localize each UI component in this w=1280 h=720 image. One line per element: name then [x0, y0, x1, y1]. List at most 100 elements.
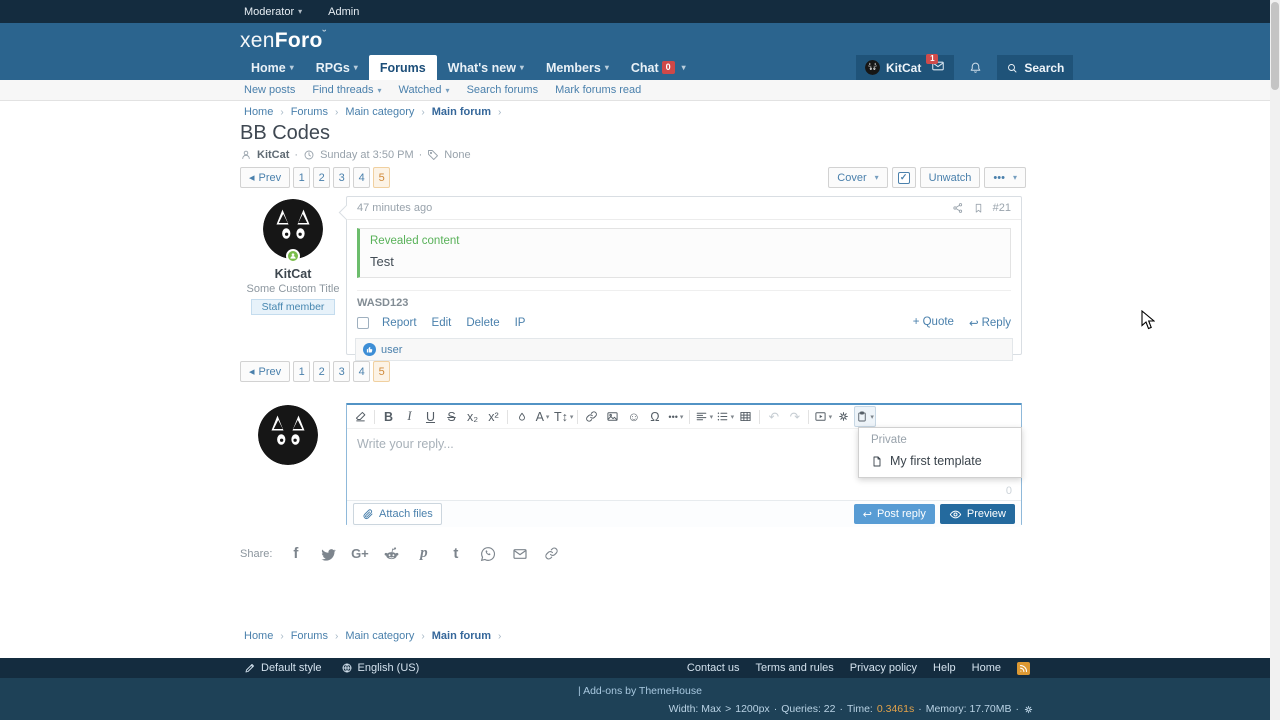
alignment-button[interactable]: ▾: [693, 406, 714, 427]
strikethrough-button[interactable]: S: [441, 406, 462, 427]
gear-icon[interactable]: [1023, 704, 1034, 715]
subnav-mark-read[interactable]: Mark forums read: [555, 84, 641, 96]
copy-link-icon[interactable]: [543, 546, 560, 561]
email-icon[interactable]: [511, 546, 528, 562]
report-link[interactable]: Report: [382, 317, 417, 329]
footer-home-link[interactable]: Home: [972, 662, 1001, 674]
reddit-icon[interactable]: [383, 545, 400, 562]
tab-rpgs[interactable]: RPGs ▾: [305, 55, 369, 80]
language-chooser[interactable]: English (US): [341, 662, 420, 674]
breadcrumb-home[interactable]: Home: [244, 106, 273, 118]
page-4-button[interactable]: 4: [353, 361, 370, 382]
insert-table-button[interactable]: [735, 406, 756, 427]
page-2-button[interactable]: 2: [313, 361, 330, 382]
breadcrumb-forums[interactable]: Forums: [291, 630, 328, 642]
subnav-watched[interactable]: Watched ▾: [399, 84, 450, 96]
help-link[interactable]: Help: [933, 662, 956, 674]
search-button[interactable]: Search: [997, 55, 1073, 80]
terms-link[interactable]: Terms and rules: [756, 662, 834, 674]
unwatch-button[interactable]: Unwatch: [920, 167, 981, 188]
tab-whats-new[interactable]: What's new ▾: [437, 55, 535, 80]
reaction-user-link[interactable]: user: [381, 344, 402, 356]
twitter-icon[interactable]: [319, 546, 336, 562]
edit-link[interactable]: Edit: [432, 317, 452, 329]
underline-button[interactable]: U: [420, 406, 441, 427]
insert-image-button[interactable]: [602, 406, 623, 427]
preview-button[interactable]: Preview: [940, 504, 1015, 524]
scrollbar-thumb[interactable]: [1271, 2, 1279, 90]
tab-home[interactable]: Home ▾: [240, 55, 305, 80]
text-color-button[interactable]: [511, 406, 532, 427]
toolbar-more-button[interactable]: ••• ▾: [665, 406, 686, 427]
select-post-button[interactable]: ✓: [892, 167, 916, 188]
post-number[interactable]: #21: [993, 202, 1011, 214]
subnav-find-threads[interactable]: Find threads ▾: [312, 84, 381, 96]
subnav-new-posts[interactable]: New posts: [244, 84, 295, 96]
bookmark-icon[interactable]: [973, 202, 984, 214]
bold-button[interactable]: B: [378, 406, 399, 427]
page-1-button[interactable]: 1: [293, 361, 310, 382]
tab-members[interactable]: Members ▾: [535, 55, 620, 80]
breadcrumb-main-forum[interactable]: Main forum: [432, 106, 491, 118]
smilies-button[interactable]: ☺: [623, 406, 644, 427]
subnav-search-forums[interactable]: Search forums: [467, 84, 539, 96]
tab-forums[interactable]: Forums: [369, 55, 437, 80]
privacy-link[interactable]: Privacy policy: [850, 662, 917, 674]
post-timestamp[interactable]: 47 minutes ago: [357, 202, 432, 214]
breadcrumb-home[interactable]: Home: [244, 630, 273, 642]
post-reply-button[interactable]: ↩ Post reply: [854, 504, 935, 524]
tab-chat[interactable]: Chat 0 ▾: [620, 55, 697, 80]
page-3-button[interactable]: 3: [333, 167, 350, 188]
cover-button[interactable]: Cover ▾: [828, 167, 887, 188]
facebook-icon[interactable]: f: [287, 545, 304, 562]
quote-button[interactable]: + Quote: [913, 316, 954, 330]
rss-icon[interactable]: [1017, 662, 1030, 675]
superscript-button[interactable]: x²: [483, 406, 504, 427]
special-characters-button[interactable]: Ω: [644, 406, 665, 427]
inbox-button[interactable]: 1: [931, 59, 945, 76]
breadcrumb-main-category[interactable]: Main category: [345, 106, 414, 118]
scrollbar[interactable]: [1270, 0, 1280, 720]
insert-media-button[interactable]: ▾: [812, 406, 833, 427]
page-5-button-current[interactable]: 5: [373, 361, 390, 382]
thread-date[interactable]: Sunday at 3:50 PM: [320, 149, 414, 161]
templates-button[interactable]: ▾: [854, 406, 876, 427]
admin-link[interactable]: Admin: [328, 6, 359, 18]
breadcrumb-forums[interactable]: Forums: [291, 106, 328, 118]
post-author-name[interactable]: KitCat: [240, 267, 346, 281]
site-logo[interactable]: xenForo˘: [240, 29, 327, 53]
font-size-button[interactable]: T↕ ▾: [553, 406, 574, 427]
font-family-button[interactable]: A ▾: [532, 406, 553, 427]
tumblr-icon[interactable]: t: [447, 545, 464, 562]
post-select-checkbox[interactable]: [357, 317, 369, 329]
share-icon[interactable]: [952, 202, 964, 214]
whatsapp-icon[interactable]: [479, 546, 496, 562]
list-button[interactable]: ▾: [714, 406, 735, 427]
thread-author[interactable]: KitCat: [257, 149, 289, 161]
moderator-menu[interactable]: Moderator ▾: [244, 6, 302, 18]
reply-button[interactable]: ↩ Reply: [969, 316, 1011, 330]
breadcrumb-main-category[interactable]: Main category: [345, 630, 414, 642]
page-4-button[interactable]: 4: [353, 167, 370, 188]
page-1-button[interactable]: 1: [293, 167, 310, 188]
page-2-button[interactable]: 2: [313, 167, 330, 188]
debug-time-value[interactable]: 0.3461s: [877, 703, 914, 715]
remove-format-button[interactable]: [350, 406, 371, 427]
template-item-my-first-template[interactable]: My first template: [859, 449, 1021, 477]
delete-link[interactable]: Delete: [466, 317, 499, 329]
style-chooser[interactable]: Default style: [244, 662, 322, 674]
contact-us-link[interactable]: Contact us: [687, 662, 740, 674]
prev-page-button[interactable]: ◂ Prev: [240, 167, 290, 188]
alerts-button[interactable]: [963, 55, 988, 80]
google-plus-icon[interactable]: G+: [351, 546, 368, 561]
debug-queries[interactable]: Queries: 22: [781, 703, 835, 715]
insert-link-button[interactable]: [581, 406, 602, 427]
pinterest-icon[interactable]: p: [415, 545, 432, 562]
more-options-button[interactable]: ••• ▾: [984, 167, 1026, 188]
breadcrumb-main-forum[interactable]: Main forum: [432, 630, 491, 642]
page-5-button-current[interactable]: 5: [373, 167, 390, 188]
account-menu[interactable]: KitCat 1: [856, 55, 954, 80]
attach-files-button[interactable]: Attach files: [353, 503, 442, 525]
italic-button[interactable]: I: [399, 406, 420, 427]
page-3-button[interactable]: 3: [333, 361, 350, 382]
